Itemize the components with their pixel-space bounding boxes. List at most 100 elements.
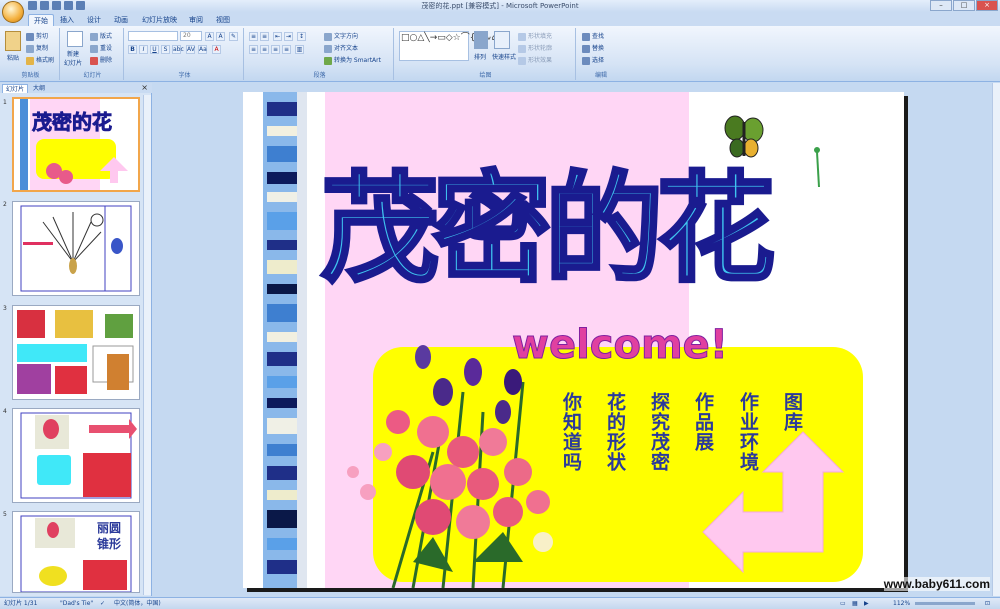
smartart-button[interactable]: 转换为 SmartArt <box>324 55 381 65</box>
cut-button[interactable]: 剪切 <box>26 31 48 41</box>
justify-button[interactable]: ≡ <box>282 45 291 54</box>
align-text-button[interactable]: 对齐文本 <box>324 43 358 53</box>
slide-title: 茂密的花 <box>321 160 773 298</box>
align-right-button[interactable]: ≡ <box>271 45 280 54</box>
smartart-icon <box>324 56 332 65</box>
layout-icon <box>90 32 98 41</box>
slide-thumbnail-panel: 幻灯片 大纲 × 1 茂密的花 2 3 4 5 丽圆 锥形 <box>0 83 152 596</box>
copy-button[interactable]: 复制 <box>26 43 48 53</box>
normal-view-icon[interactable]: ▭ <box>840 598 846 609</box>
tab-outline[interactable]: 大纲 <box>30 84 48 93</box>
menu-did-you-know[interactable]: 你知道吗 <box>558 392 585 472</box>
layout-button[interactable]: 版式 <box>90 31 112 41</box>
italic-button[interactable]: I <box>139 45 148 54</box>
shadow-button[interactable]: S <box>161 45 170 54</box>
close-button[interactable]: × <box>976 0 998 11</box>
shrink-font-button[interactable]: A <box>216 32 225 41</box>
underline-button[interactable]: U <box>150 45 159 54</box>
bold-button[interactable]: B <box>128 45 137 54</box>
slide-thumb-2[interactable] <box>12 201 140 296</box>
brush-icon <box>26 56 34 65</box>
align-text-label: 对齐文本 <box>334 45 359 52</box>
ribbon-tabs: 开始 插入 设计 动画 幻灯片放映 审阅 视图 <box>0 12 1000 26</box>
clear-format-button[interactable]: ✎ <box>229 32 238 41</box>
slide-thumb-1[interactable]: 茂密的花 <box>12 97 140 192</box>
menu-works[interactable]: 作品展 <box>690 392 717 452</box>
shape-fill-button[interactable]: 形状填充 <box>518 31 552 41</box>
spellcheck-icon[interactable]: ✓ <box>100 598 105 609</box>
zoom-slider[interactable] <box>915 602 975 605</box>
minimize-button[interactable]: – <box>930 0 952 11</box>
spacing-button[interactable]: AV <box>186 45 195 54</box>
quick-styles-button[interactable]: 快速样式 <box>492 52 516 61</box>
clipboard-label: 剪贴板 <box>21 72 40 79</box>
scissors-icon <box>26 32 34 41</box>
smartart-label: 转换为 SmartArt <box>334 57 381 64</box>
case-button[interactable]: Aa <box>198 45 207 54</box>
new-slide-button[interactable]: 新建 幻灯片 <box>64 49 82 67</box>
menu-flower-shape[interactable]: 花的形状 <box>602 392 629 472</box>
shape-effects-button[interactable]: 形状效果 <box>518 55 552 65</box>
increase-indent-button[interactable]: ⇥ <box>284 32 293 41</box>
grow-font-button[interactable]: A <box>205 32 214 41</box>
find-button[interactable]: 查找 <box>582 31 604 41</box>
main-scrollbar[interactable] <box>992 83 1000 596</box>
maximize-button[interactable]: □ <box>953 0 975 11</box>
reset-button[interactable]: 重设 <box>90 43 112 53</box>
new-slide-icon[interactable] <box>67 31 83 47</box>
bullets-button[interactable]: ≡ <box>249 32 258 41</box>
zoom-level[interactable]: 112% <box>893 598 910 609</box>
columns-button[interactable]: ▥ <box>295 45 304 54</box>
numbering-button[interactable]: ≡ <box>260 32 269 41</box>
close-panel-icon[interactable]: × <box>141 83 148 92</box>
paste-icon[interactable] <box>5 31 21 51</box>
menu-environment[interactable]: 作业环境 <box>735 392 762 472</box>
slide-thumb-5[interactable]: 丽圆 锥形 <box>12 511 140 593</box>
font-size-field[interactable]: 20 <box>180 31 202 41</box>
fit-window-icon[interactable]: ⊡ <box>985 598 990 609</box>
welcome-art: welcome! <box>512 322 729 369</box>
align-left-button[interactable]: ≡ <box>249 45 258 54</box>
decrease-indent-button[interactable]: ⇤ <box>273 32 282 41</box>
select-button[interactable]: 选择 <box>582 55 604 65</box>
tab-view[interactable]: 视图 <box>211 14 235 26</box>
text-direction-button[interactable]: 文字方向 <box>324 31 358 41</box>
tab-home[interactable]: 开始 <box>28 14 54 26</box>
copy-icon <box>26 44 34 53</box>
strike-button[interactable]: abc <box>172 45 184 54</box>
drawing-label: 绘图 <box>479 72 492 79</box>
font-color-button[interactable]: A <box>212 45 221 54</box>
panel-scrollbar[interactable] <box>143 95 151 595</box>
group-clipboard: 粘贴 剪切 复制 格式刷 剪贴板 <box>2 28 60 80</box>
slide-thumb-4[interactable] <box>12 408 140 503</box>
menu-explore[interactable]: 探究茂密 <box>646 392 673 472</box>
menu-gallery[interactable]: 图库 <box>779 392 806 432</box>
group-paragraph: ≡ ≡ ⇤ ⇥ ↕ ≡ ≡ ≡ ≡ ▥ 文字方向 对齐文本 转换为 SmartA… <box>246 28 394 80</box>
tab-slides[interactable]: 幻灯片 <box>2 84 29 93</box>
replace-button[interactable]: 替换 <box>582 43 604 53</box>
tab-review[interactable]: 审阅 <box>184 14 208 26</box>
office-button[interactable] <box>2 1 24 23</box>
delete-slide-button[interactable]: 删除 <box>90 55 112 65</box>
arrange-button[interactable]: 排列 <box>474 52 486 61</box>
shape-outline-button[interactable]: 形状轮廓 <box>518 43 552 53</box>
sorter-view-icon[interactable]: ▦ <box>852 598 858 609</box>
tab-design[interactable]: 设计 <box>82 14 106 26</box>
shapes-gallery[interactable]: □○△╲→▭◇☆⌒{ }∿⌂ <box>399 31 497 61</box>
align-center-button[interactable]: ≡ <box>260 45 269 54</box>
font-name-field[interactable] <box>128 31 178 41</box>
slide-thumb-3[interactable] <box>12 305 140 400</box>
tab-insert[interactable]: 插入 <box>55 14 79 26</box>
svg-text:茂密的花: 茂密的花 <box>32 110 112 134</box>
arrange-icon[interactable] <box>474 31 488 49</box>
paste-button[interactable]: 粘贴 <box>7 53 19 62</box>
slideshow-view-icon[interactable]: ▶ <box>864 598 869 609</box>
tab-animation[interactable]: 动画 <box>109 14 133 26</box>
thumb-number: 1 <box>3 99 7 106</box>
slide-canvas[interactable]: 茂密的花 welcome! 图库 作业环境 作品展 探究茂密 花的形状 你知道吗 <box>243 92 904 588</box>
line-spacing-button[interactable]: ↕ <box>297 32 306 41</box>
thumb-4-preview <box>20 412 137 499</box>
tab-slideshow[interactable]: 幻灯片放映 <box>137 14 182 26</box>
format-painter-button[interactable]: 格式刷 <box>26 55 54 65</box>
quick-styles-icon[interactable] <box>494 31 510 49</box>
